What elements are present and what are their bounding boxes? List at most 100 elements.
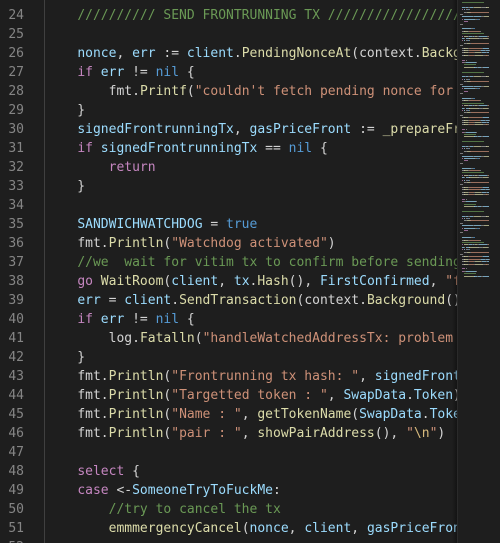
code-line[interactable]: } — [46, 101, 85, 120]
code-token: tx — [233, 274, 250, 289]
minimap-line — [478, 227, 480, 229]
minimap-line — [468, 30, 480, 32]
code-line[interactable]: } — [46, 348, 85, 367]
code-line[interactable]: err = client.SendTransaction(context.Bac… — [46, 291, 457, 310]
code-editor[interactable]: 24 25 26 27 28 29 30 31 32 33 34 35 36 37 38 39 40 41 42 43… — [0, 0, 500, 543]
minimap-line — [471, 42, 489, 44]
minimap-line — [470, 150, 489, 152]
minimap-line — [466, 201, 476, 203]
minimap-line — [479, 105, 487, 107]
code-token: client — [171, 274, 219, 289]
line-number: 43 — [8, 369, 24, 384]
code-token: nonce — [249, 521, 289, 536]
minimap-line — [474, 155, 482, 157]
code-line[interactable]: fmt.Println("Frontrunning tx hash: ", si… — [46, 367, 457, 386]
minimap-line — [471, 182, 489, 183]
code-line[interactable]: signedFrontrunningTx, gasPriceFront := _… — [46, 120, 457, 139]
code-line[interactable]: ////////// SEND FRONTRUNNING TX ////////… — [46, 6, 457, 25]
minimap-line — [469, 40, 471, 42]
code-token: return — [108, 160, 156, 175]
minimap-line — [488, 246, 490, 248]
minimap-line — [470, 11, 489, 13]
code-token: . — [421, 407, 430, 422]
code-token: context — [304, 293, 360, 308]
code-line[interactable]: fmt.Printf("couldn't fetch pending nonce… — [46, 82, 453, 101]
minimap-line — [470, 220, 489, 222]
code-token: fmt — [77, 426, 101, 441]
code-token: \n — [413, 426, 430, 441]
minimap-line — [473, 6, 482, 8]
minimap[interactable] — [457, 0, 500, 543]
minimap-line — [464, 90, 468, 92]
code-token: ( — [186, 84, 195, 99]
code-token: err — [132, 46, 156, 61]
minimap-line — [460, 162, 463, 164]
minimap-line — [487, 263, 489, 265]
code-line[interactable]: //we wait for vitim tx to confirm before… — [46, 253, 457, 272]
code-token: . — [132, 84, 140, 99]
minimap-line — [462, 167, 471, 169]
code-token: signedFrontrunningTx — [77, 122, 234, 137]
minimap-line — [463, 158, 475, 159]
code-line[interactable]: } — [46, 177, 85, 196]
code-token: != — [124, 312, 156, 327]
line-number: 45 — [8, 407, 24, 422]
minimap-line — [462, 141, 485, 143]
minimap-line — [488, 35, 490, 37]
minimap-line — [466, 131, 476, 133]
line-number: 47 — [8, 445, 24, 460]
code-area[interactable]: ////////// SEND FRONTRUNNING TX ////////… — [44, 0, 457, 543]
minimap-line — [460, 232, 463, 234]
code-line[interactable]: //try to cancel the tx — [46, 500, 281, 519]
code-token: , — [288, 521, 305, 536]
code-token: := — [351, 122, 383, 137]
code-line[interactable]: case <-SomeoneTryToFuckMe: — [46, 481, 281, 500]
code-token: . — [413, 46, 422, 61]
code-line[interactable]: nonce, err := client.PendingNonceAt(cont… — [46, 44, 457, 63]
code-token: . — [171, 293, 180, 308]
minimap-line — [460, 153, 463, 155]
code-token: ) — [327, 236, 336, 251]
line-number-gutter: 24 25 26 27 28 29 30 31 32 33 34 35 36 37 38 39 40 41 42 43… — [0, 0, 44, 543]
code-token: WaitRoom — [100, 274, 164, 289]
code-token: SwapData — [359, 407, 422, 422]
code-line[interactable]: select { — [46, 462, 140, 481]
code-token: "pair : " — [171, 426, 242, 441]
minimap-line — [483, 256, 490, 258]
code-line[interactable]: emmmergencyCancel(nonce, client, gasPric… — [46, 519, 457, 538]
code-line[interactable]: fmt.Println("Watchdog activated") — [46, 234, 336, 253]
code-line[interactable]: fmt.Println("pair : ", showPairAddress()… — [46, 424, 445, 443]
code-line[interactable]: return — [46, 158, 156, 177]
code-token: SomeoneTryToFuckMe — [132, 483, 273, 498]
code-token: . — [100, 236, 109, 251]
code-token: SendTransaction — [179, 293, 297, 308]
code-line[interactable]: if err != nil { — [46, 63, 194, 82]
minimap-line — [468, 170, 480, 171]
minimap-line — [462, 33, 485, 35]
code-line[interactable]: fmt.Println("Targetted token : ", SwapDa… — [46, 386, 457, 405]
minimap-line — [468, 100, 480, 102]
code-line[interactable]: if err != nil { — [46, 310, 194, 329]
code-token: "Frontrunning tx hash: " — [171, 369, 360, 384]
code-line[interactable]: fmt.Println("Name : ", getTokenName(Swap… — [46, 405, 457, 424]
code-token: ( — [241, 521, 250, 536]
code-token: := — [155, 46, 187, 61]
code-token: "Targetted token : " — [171, 388, 328, 403]
minimap-line — [483, 86, 490, 87]
code-line[interactable]: log.Fatalln("handleWatchedAddressTx: pro… — [46, 329, 453, 348]
code-line[interactable]: go WaitRoom(client, tx.Hash(), FirstConf… — [46, 272, 457, 291]
code-line[interactable]: if signedFrontrunningTx == nil { — [46, 139, 327, 158]
minimap-line — [464, 66, 474, 68]
minimap-line — [483, 155, 490, 157]
code-token: fmt — [77, 236, 101, 251]
line-number: 38 — [8, 274, 24, 289]
code-line[interactable]: SANDWICHWATCHDOG = true — [46, 215, 257, 234]
minimap-line — [486, 191, 490, 193]
